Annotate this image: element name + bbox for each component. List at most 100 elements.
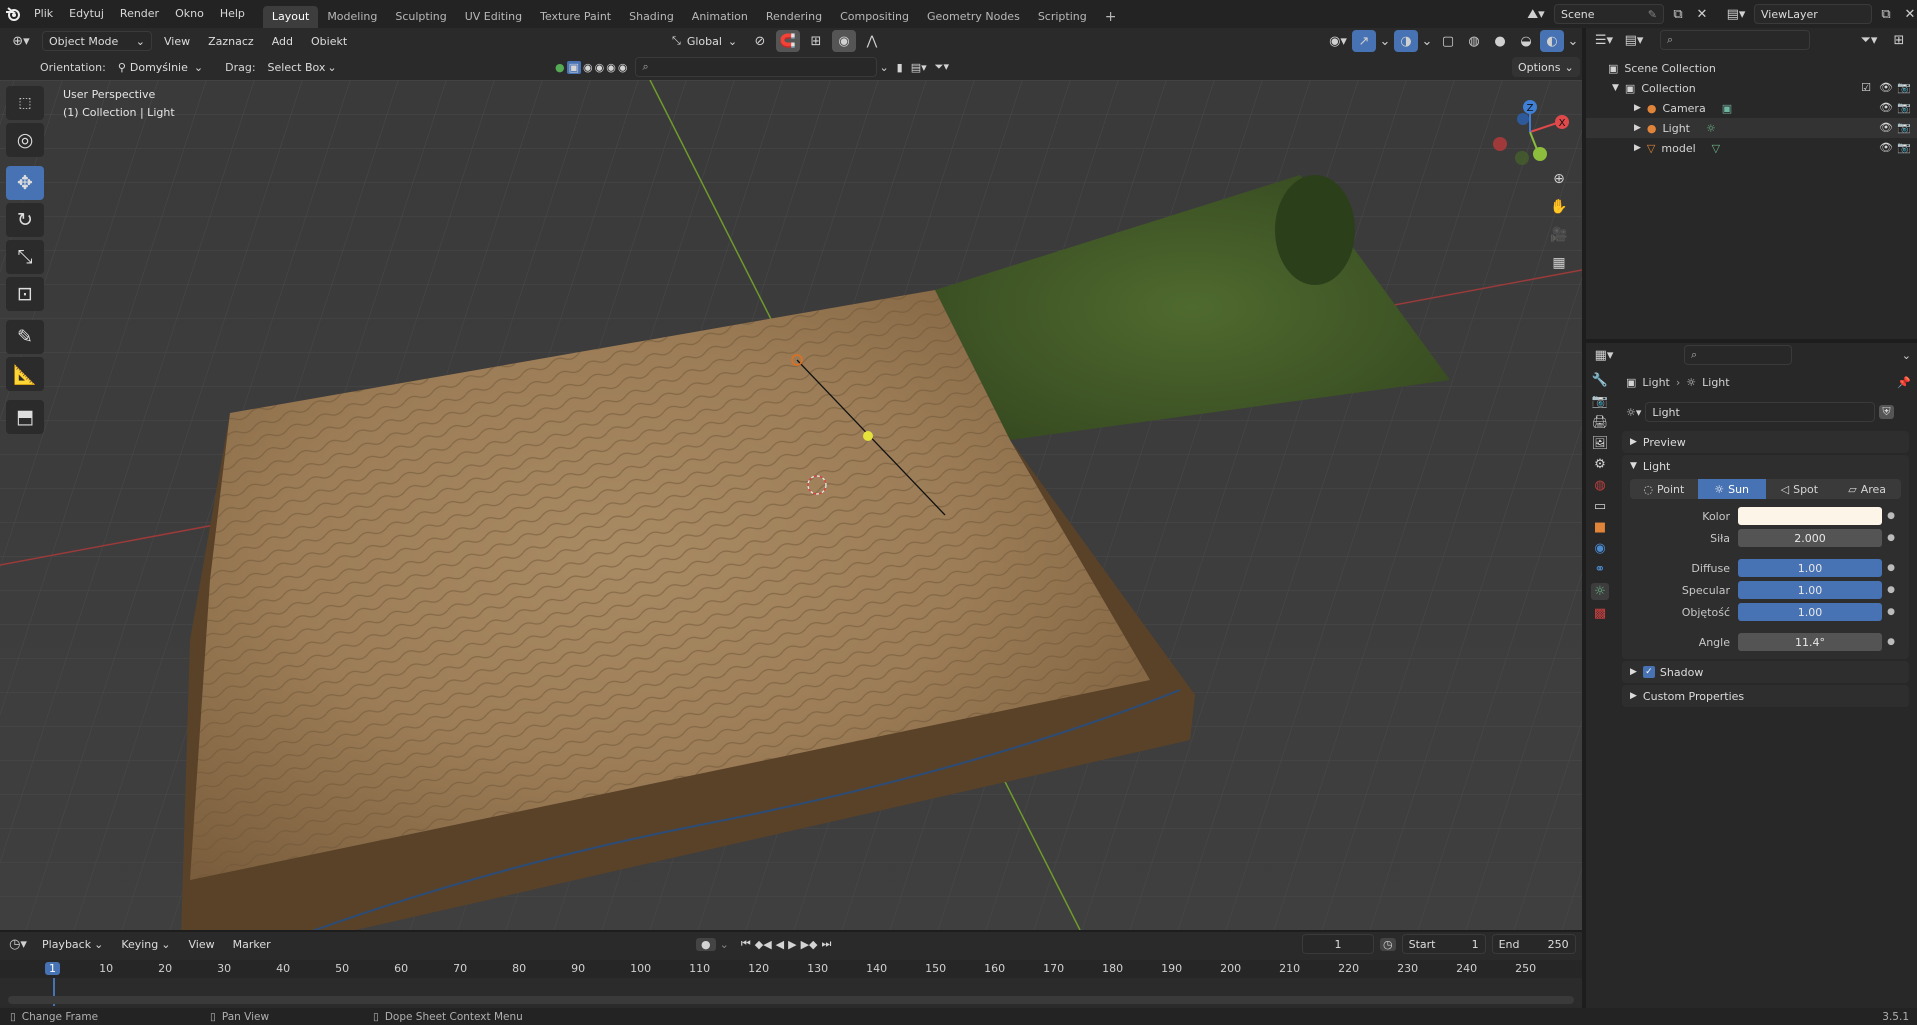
- filter-icon-a[interactable]: ◉: [583, 61, 593, 74]
- tab-rendering[interactable]: Rendering: [757, 6, 831, 28]
- tab-scripting[interactable]: Scripting: [1029, 6, 1096, 28]
- material-shading-icon[interactable]: ◒: [1514, 30, 1538, 52]
- viewport-search-input[interactable]: ⌕: [635, 57, 878, 77]
- keyframe-dot-icon[interactable]: ●: [1882, 533, 1900, 543]
- scene-tab-icon[interactable]: ⚙: [1594, 457, 1606, 472]
- scene-icon[interactable]: ⛰▾: [1522, 3, 1550, 25]
- select-mode-icon[interactable]: ▣: [566, 60, 582, 74]
- cursor-tool-icon[interactable]: ◎: [6, 123, 44, 157]
- world-tab-icon[interactable]: ◍: [1594, 478, 1605, 493]
- tab-shading[interactable]: Shading: [620, 6, 683, 28]
- timeline-editor-icon[interactable]: ◷▾: [6, 933, 30, 955]
- exclude-checkbox[interactable]: ☑: [1861, 81, 1871, 94]
- type-point-button[interactable]: ◌ Point: [1630, 479, 1698, 499]
- keyframe-dot-icon[interactable]: ●: [1882, 563, 1900, 573]
- 3d-viewport[interactable]: User Perspective (1) Collection | Light …: [0, 80, 1582, 930]
- menu-select[interactable]: Zaznacz: [202, 31, 260, 51]
- menu-timeline-view[interactable]: View: [182, 934, 220, 954]
- xray-icon[interactable]: ▢: [1436, 30, 1460, 52]
- keyframe-dot-icon[interactable]: ●: [1882, 585, 1900, 595]
- properties-editor-icon[interactable]: ▦▾: [1592, 344, 1616, 366]
- visibility-eye-icon[interactable]: 👁: [1879, 121, 1893, 134]
- light-type-icon[interactable]: ☼▾: [1626, 406, 1641, 419]
- type-area-button[interactable]: ▱ Area: [1833, 479, 1901, 499]
- mode-dropdown[interactable]: Object Mode ⌄: [42, 31, 152, 51]
- outliner-row-light[interactable]: ▶ ● Light ☼ 👁 📷: [1586, 118, 1917, 138]
- menu-marker[interactable]: Marker: [227, 934, 277, 954]
- filter-icon-d[interactable]: ◉: [618, 61, 628, 74]
- display-mode-icon[interactable]: ▤▾: [1622, 29, 1646, 51]
- outliner-row-collection[interactable]: ▼ ▣ Collection ☑ 👁 📷: [1586, 78, 1917, 98]
- shadow-checkbox[interactable]: ✓: [1642, 666, 1655, 678]
- expand-icon[interactable]: ▶: [1634, 103, 1641, 113]
- color-swatch[interactable]: [1738, 507, 1882, 525]
- collapse-icon[interactable]: ▼: [1612, 83, 1619, 93]
- start-frame-field[interactable]: Start 1: [1401, 934, 1486, 954]
- camera-view-icon[interactable]: 🎥: [1547, 224, 1571, 246]
- filter-icon[interactable]: ⏷▾: [1857, 29, 1881, 51]
- view-layer-tab-icon[interactable]: 🖼: [1592, 436, 1609, 451]
- navigation-gizmo[interactable]: X Z: [1490, 92, 1570, 172]
- play-reverse-icon[interactable]: ◀: [776, 938, 784, 951]
- constraints-tab-icon[interactable]: ⚭: [1595, 562, 1606, 577]
- keyframe-dot-icon[interactable]: ●: [1882, 637, 1900, 647]
- new-collection-icon[interactable]: ⊞: [1887, 29, 1911, 51]
- menu-render[interactable]: Render: [112, 0, 167, 28]
- menu-window[interactable]: Okno: [167, 0, 212, 28]
- keyframe-dot-icon[interactable]: ●: [1882, 511, 1900, 521]
- type-spot-button[interactable]: ◁ Spot: [1766, 479, 1834, 499]
- chevron-down-icon[interactable]: ⌄: [1902, 349, 1911, 362]
- zoom-icon[interactable]: ⊕: [1547, 168, 1571, 190]
- menu-keying[interactable]: Keying ⌄: [115, 934, 176, 954]
- pin-icon[interactable]: ✎: [1648, 8, 1657, 21]
- timeline-scrollbar[interactable]: [8, 996, 1574, 1004]
- menu-edit[interactable]: Edytuj: [61, 0, 112, 28]
- menu-view[interactable]: View: [158, 31, 196, 51]
- rotate-tool-icon[interactable]: ↻: [6, 203, 44, 237]
- type-sun-button[interactable]: ☼ Sun: [1697, 479, 1766, 499]
- light-handle-icon[interactable]: [863, 431, 873, 441]
- jump-end-icon[interactable]: ⏭: [822, 937, 832, 951]
- next-keyframe-icon[interactable]: ▶◆: [801, 938, 818, 951]
- jump-start-icon[interactable]: ⏮: [741, 937, 751, 951]
- tab-uv-editing[interactable]: UV Editing: [456, 6, 531, 28]
- outliner-row-model[interactable]: ▶ ▽ model ▽ 👁 📷: [1586, 138, 1917, 158]
- properties-search-input[interactable]: ⌕: [1684, 345, 1792, 365]
- play-icon[interactable]: ▶: [788, 938, 796, 951]
- viewlayer-field[interactable]: ViewLayer: [1754, 4, 1872, 24]
- tab-sculpting[interactable]: Sculpting: [386, 6, 455, 28]
- wireframe-shading-icon[interactable]: ◍: [1462, 30, 1486, 52]
- solid-shading-icon[interactable]: ●: [1488, 30, 1512, 52]
- proportional-edit-icon[interactable]: ◉: [832, 30, 856, 52]
- layout-icon[interactable]: ▤▾: [911, 61, 927, 74]
- chevron-down-icon[interactable]: ⌄: [720, 938, 729, 951]
- measure-tool-icon[interactable]: 📐: [6, 357, 44, 391]
- gizmo-dropdown-icon[interactable]: ⌄: [1378, 30, 1392, 52]
- annotate-tool-icon[interactable]: ✎: [6, 320, 44, 354]
- preview-panel[interactable]: ▶ Preview: [1622, 431, 1909, 453]
- scene-field[interactable]: Scene ✎: [1554, 4, 1664, 24]
- render-camera-icon[interactable]: 📷: [1897, 141, 1911, 154]
- tab-compositing[interactable]: Compositing: [831, 6, 918, 28]
- snap-icon[interactable]: 🧲: [776, 30, 800, 52]
- add-cube-tool-icon[interactable]: ⬒: [6, 400, 44, 434]
- snap-target-icon[interactable]: ⊞: [804, 30, 828, 52]
- transform-orientation-dropdown[interactable]: ⤡ Global ⌄: [666, 31, 744, 51]
- tab-animation[interactable]: Animation: [683, 6, 757, 28]
- light-data-tab-icon[interactable]: ☼: [1591, 583, 1609, 600]
- prev-keyframe-icon[interactable]: ◆◀: [755, 938, 772, 951]
- diffuse-slider[interactable]: 1.00: [1738, 559, 1882, 577]
- orientation-dropdown[interactable]: ⚲ Domyślnie ⌄: [112, 57, 209, 77]
- clock-icon[interactable]: ◷: [1380, 937, 1396, 951]
- record-icon[interactable]: ●: [696, 937, 716, 951]
- tab-geometry-nodes[interactable]: Geometry Nodes: [918, 6, 1029, 28]
- object-tab-icon[interactable]: ■: [1594, 520, 1606, 535]
- pivot-icon[interactable]: ⊘: [748, 30, 772, 52]
- visibility-eye-icon[interactable]: 👁: [1879, 101, 1893, 114]
- chevron-down-icon[interactable]: ⌄: [879, 61, 888, 74]
- datablock-name-field[interactable]: Light: [1645, 402, 1876, 422]
- rendered-shading-icon[interactable]: ◐: [1540, 30, 1564, 52]
- render-camera-icon[interactable]: 📷: [1897, 81, 1911, 94]
- outliner-row-camera[interactable]: ▶ ● Camera ▣ 👁 📷: [1586, 98, 1917, 118]
- current-frame-field[interactable]: 1: [1302, 934, 1374, 954]
